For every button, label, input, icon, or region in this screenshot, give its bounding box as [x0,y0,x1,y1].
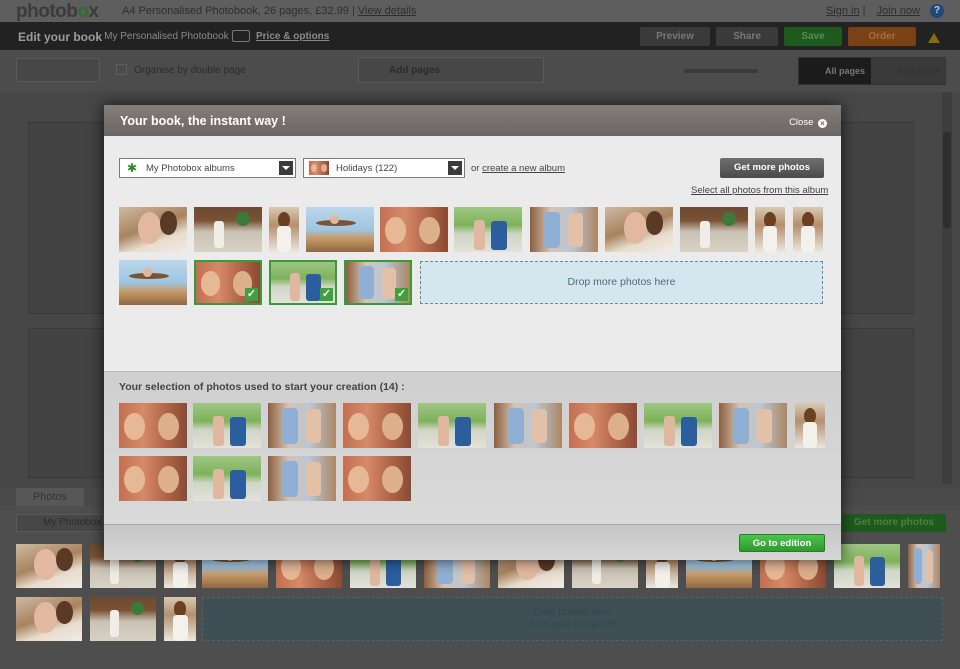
edit-title: Edit your book [18,30,102,44]
share-button[interactable]: Share [716,27,778,46]
account-links: Sign in | Join now [825,5,920,17]
selected-photo[interactable] [343,456,411,501]
view-switcher: All pages Edit mode [798,57,946,85]
selected-photo[interactable] [343,403,411,448]
selected-photo[interactable] [719,403,787,448]
album-photo[interactable] [793,207,823,252]
album-photo[interactable] [194,207,262,252]
organise-label: Organise by double page [134,65,246,76]
album-photo[interactable] [380,207,448,252]
tray-get-more-button[interactable]: Get more photos [842,514,946,532]
check-icon: ✓ [245,288,258,301]
preview-button[interactable]: Preview [640,27,710,46]
tray-photo[interactable] [16,597,82,641]
dialog-title: Your book, the instant way ! [120,114,286,128]
photobox-logo[interactable]: photobox [16,1,99,23]
album-photo-selected[interactable]: ✓ [194,260,262,305]
album-photo[interactable] [306,207,374,252]
selected-photo[interactable] [418,403,486,448]
edit-bar: Edit your book - My Personalised Photobo… [0,22,960,50]
join-now-link[interactable]: Join now [877,5,920,17]
workspace-scrollbar[interactable] [942,92,952,484]
edit-subtitle: - My Personalised Photobook [98,31,229,42]
view-details-link[interactable]: View details [358,5,417,17]
all-pages-button[interactable]: All pages [799,58,871,84]
undo-redo-buttons[interactable] [16,58,100,82]
album-thumbnail [309,161,329,175]
album-photo-selected[interactable]: ✓ [269,260,337,305]
star-icon: ✱ [127,161,138,175]
book-info: A4 Personalised Photobook, 26 pages, £32… [122,5,417,17]
selected-photo[interactable] [268,456,336,501]
selected-photo[interactable] [569,403,637,448]
tray-photo[interactable] [908,544,940,588]
selected-photo[interactable] [193,403,261,448]
album-select[interactable]: Holidays (122) [303,158,465,178]
or-label: or create a new album [471,163,566,174]
order-button[interactable]: Order [848,27,916,46]
check-icon: ✓ [395,288,408,301]
album-photo[interactable] [680,207,748,252]
zoom-slider[interactable] [664,64,782,78]
selected-photo[interactable] [494,403,562,448]
selected-photo[interactable] [193,456,261,501]
instant-book-dialog: Your book, the instant way ! Close × ✱ M… [104,105,841,560]
top-bar: photobox A4 Personalised Photobook, 26 p… [0,0,960,22]
book-icon [232,30,250,42]
tray-photo[interactable] [90,597,156,641]
tray-photo[interactable] [164,597,196,641]
album-photo[interactable] [454,207,522,252]
album-photo[interactable] [530,207,598,252]
chevron-down-icon[interactable] [279,161,293,175]
sign-in-link[interactable]: Sign in [826,5,860,17]
close-icon[interactable]: × [818,119,827,128]
save-button[interactable]: Save [784,27,842,46]
dialog-footer: Go to edition [104,524,841,560]
selected-photo[interactable] [795,403,825,448]
price-options-link[interactable]: Price & options [256,31,329,42]
tray-photo[interactable] [16,544,82,588]
dialog-header: Your book, the instant way ! Close × [104,105,841,136]
drop-zone[interactable]: Drop more photos here [420,261,823,304]
source-select[interactable]: ✱ My Photobox albums [119,158,296,178]
go-to-edition-button[interactable]: Go to edition [739,534,825,552]
check-icon: ✓ [320,288,333,301]
selected-photo[interactable] [119,403,187,448]
create-album-link[interactable]: create a new album [482,163,565,174]
select-all-link[interactable]: Select all photos from this album [691,185,828,196]
album-photo[interactable] [605,207,673,252]
help-icon[interactable]: ? [930,4,944,18]
selected-photo[interactable] [119,456,187,501]
tray-photo[interactable] [834,544,900,588]
album-photo[interactable] [119,260,187,305]
organise-checkbox[interactable] [116,64,127,75]
get-more-photos-button[interactable]: Get more photos [720,158,824,178]
album-photo-selected[interactable]: ✓ [344,260,412,305]
selected-photo[interactable] [644,403,712,448]
selected-photo[interactable] [268,403,336,448]
tray-drop-zone[interactable]: Drop photos here from your computer [202,597,943,641]
tray-album-select[interactable]: My Photobox [16,514,104,532]
add-pages-button[interactable]: Add pages [358,57,544,83]
chevron-down-icon[interactable] [448,161,462,175]
selection-area: Your selection of photos used to start y… [104,371,841,524]
album-photo[interactable] [119,207,187,252]
edit-mode-button[interactable]: Edit mode [873,58,945,84]
tab-photos[interactable]: Photos [16,488,84,506]
selection-title: Your selection of photos used to start y… [119,381,405,393]
close-button[interactable]: Close × [789,117,827,128]
editor-toolbar: Organise by double page Add pages All pa… [0,50,960,92]
album-photo[interactable] [269,207,299,252]
warning-icon[interactable] [928,33,940,43]
album-photo[interactable] [755,207,785,252]
